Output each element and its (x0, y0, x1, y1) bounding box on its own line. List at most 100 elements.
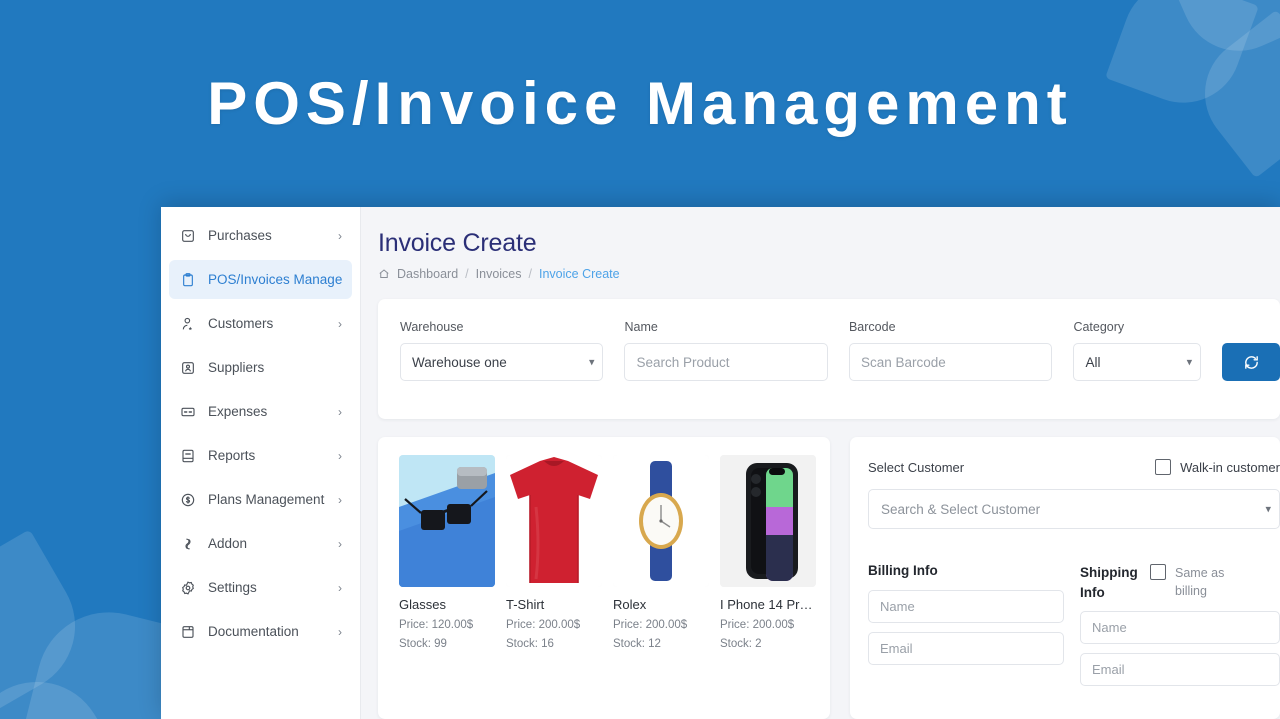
shipping-info-section: Shipping Info Same as billing (1080, 563, 1280, 686)
sidebar-item-customers[interactable]: Customers › (169, 304, 352, 343)
category-select-wrap: All ▾ (1073, 343, 1201, 381)
page-header: Invoice Create Dashboard / Invoices / In… (361, 207, 1280, 281)
barcode-label: Barcode (849, 320, 1052, 334)
product-stock: Stock: 99 (399, 638, 495, 650)
sidebar-item-suppliers[interactable]: Suppliers (169, 348, 352, 387)
sidebar-item-label: POS/Invoices Manage (208, 272, 342, 287)
product-stock: Stock: 2 (720, 638, 816, 650)
refresh-icon (1243, 354, 1260, 371)
sidebar-item-plans-management[interactable]: Plans Management › (169, 480, 352, 519)
walkin-customer-group: Walk-in customer (1155, 459, 1280, 475)
product-card[interactable]: Glasses Price: 120.00$ Stock: 99 (399, 455, 495, 650)
product-stock: Stock: 16 (506, 638, 602, 650)
sidebar-item-label: Purchases (208, 228, 334, 243)
breadcrumb-current: Invoice Create (539, 267, 620, 281)
hero-title: POS/Invoice Management (207, 69, 1073, 138)
breadcrumb-separator: / (465, 267, 468, 281)
name-label: Name (624, 320, 827, 334)
product-image-glasses (399, 455, 495, 587)
breadcrumb-separator: / (529, 267, 532, 281)
warehouse-select-wrap: Warehouse one ▾ (400, 343, 603, 381)
purchases-icon (179, 227, 196, 244)
product-price: Price: 200.00$ (613, 619, 709, 631)
product-card[interactable]: Rolex Price: 200.00$ Stock: 12 (613, 455, 709, 650)
product-card[interactable]: T-Shirt Price: 200.00$ Stock: 16 (506, 455, 602, 650)
sidebar-item-label: Settings (208, 580, 334, 595)
petal-shape (0, 529, 100, 719)
customer-select-wrap: Search & Select Customer ▾ (868, 489, 1280, 529)
product-name: Rolex (613, 597, 709, 612)
chevron-right-icon: › (338, 406, 342, 418)
product-filter-card: Warehouse Warehouse one ▾ Name Barcode (378, 299, 1280, 419)
category-label: Category (1073, 320, 1201, 334)
sidebar-item-documentation[interactable]: Documentation › (169, 612, 352, 651)
sidebar-item-label: Documentation (208, 624, 334, 639)
home-icon (378, 268, 390, 280)
same-as-billing-checkbox[interactable] (1150, 564, 1166, 580)
chevron-right-icon: › (338, 494, 342, 506)
sidebar-item-settings[interactable]: Settings › (169, 568, 352, 607)
chevron-right-icon: › (338, 538, 342, 550)
warehouse-select[interactable]: Warehouse one (400, 343, 603, 381)
app-window: Purchases › POS/Invoices Manage Customer… (161, 207, 1280, 719)
breadcrumb: Dashboard / Invoices / Invoice Create (378, 267, 1280, 281)
sidebar-item-label: Expenses (208, 404, 334, 419)
select-customer-label: Select Customer (868, 460, 964, 475)
addon-icon (179, 535, 196, 552)
product-grid: Glasses Price: 120.00$ Stock: 99 (399, 455, 830, 650)
chevron-right-icon: › (338, 450, 342, 462)
docs-icon (179, 623, 196, 640)
reports-icon (179, 447, 196, 464)
product-price: Price: 200.00$ (720, 619, 816, 631)
product-card[interactable]: I Phone 14 Pro... Price: 200.00$ Stock: … (720, 455, 816, 650)
clipboard-icon (179, 271, 196, 288)
sidebar-item-pos-invoices-manage[interactable]: POS/Invoices Manage (169, 260, 352, 299)
warehouse-label: Warehouse (400, 320, 603, 334)
sidebar-item-label: Customers (208, 316, 334, 331)
chevron-right-icon: › (338, 582, 342, 594)
product-image-iphone (720, 455, 816, 587)
refresh-button[interactable] (1222, 343, 1280, 381)
billing-info-section: Billing Info (868, 563, 1064, 686)
customer-header: Select Customer Walk-in customer (868, 459, 1280, 475)
sidebar-item-addon[interactable]: Addon › (169, 524, 352, 563)
breadcrumb-invoices[interactable]: Invoices (476, 267, 522, 281)
sidebar-item-label: Addon (208, 536, 334, 551)
shipping-name-input[interactable] (1080, 611, 1280, 644)
plans-icon (179, 491, 196, 508)
supplier-icon (179, 359, 196, 376)
chevron-right-icon: › (338, 230, 342, 242)
page-title: Invoice Create (378, 229, 1280, 258)
scan-barcode-input[interactable] (849, 343, 1052, 381)
barcode-field: Barcode (849, 320, 1052, 381)
main-content: Invoice Create Dashboard / Invoices / In… (361, 207, 1280, 719)
customer-select[interactable]: Search & Select Customer (868, 489, 1280, 529)
billing-shipping-row: Billing Info Shipping Info Same as billi… (868, 563, 1280, 686)
shipping-info-header: Shipping Info Same as billing (1080, 563, 1280, 602)
product-name: T-Shirt (506, 597, 602, 612)
billing-name-input[interactable] (868, 590, 1064, 623)
walkin-customer-label: Walk-in customer (1180, 460, 1280, 475)
sidebar-item-label: Plans Management (208, 492, 334, 507)
sidebar-item-purchases[interactable]: Purchases › (169, 216, 352, 255)
sidebar-item-reports[interactable]: Reports › (169, 436, 352, 475)
sidebar: Purchases › POS/Invoices Manage Customer… (161, 207, 361, 719)
gear-icon (179, 579, 196, 596)
warehouse-field: Warehouse Warehouse one ▾ (400, 320, 603, 381)
same-as-billing-label: Same as billing (1175, 564, 1229, 600)
billing-email-input[interactable] (868, 632, 1064, 665)
walkin-customer-checkbox[interactable] (1155, 459, 1171, 475)
search-product-input[interactable] (624, 343, 827, 381)
product-name: I Phone 14 Pro... (720, 597, 816, 612)
category-select[interactable]: All (1073, 343, 1201, 381)
expenses-icon (179, 403, 196, 420)
shipping-info-title: Shipping Info (1080, 563, 1140, 602)
customer-icon (179, 315, 196, 332)
sidebar-item-expenses[interactable]: Expenses › (169, 392, 352, 431)
sidebar-item-label: Suppliers (208, 360, 338, 375)
shipping-email-input[interactable] (1080, 653, 1280, 686)
product-stock: Stock: 12 (613, 638, 709, 650)
product-price: Price: 200.00$ (506, 619, 602, 631)
hero-banner: POS/Invoice Management (0, 0, 1280, 207)
breadcrumb-dashboard[interactable]: Dashboard (397, 267, 458, 281)
